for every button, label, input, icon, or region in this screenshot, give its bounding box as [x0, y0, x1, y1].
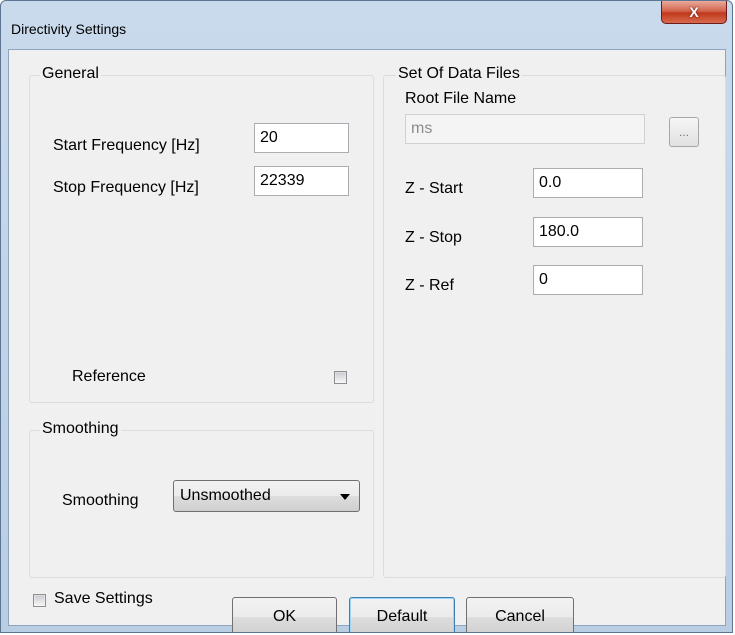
z-stop-label: Z - Stop	[405, 229, 462, 246]
browse-button[interactable]: ...	[669, 117, 699, 147]
z-stop-input[interactable]	[533, 217, 643, 247]
general-group: General Start Frequency [Hz] Stop Freque…	[29, 65, 374, 403]
smoothing-group: Smoothing Smoothing Unsmoothed	[29, 420, 374, 578]
stop-frequency-input[interactable]	[254, 166, 349, 196]
ellipsis-icon: ...	[678, 125, 689, 139]
window-title: Directivity Settings	[11, 21, 127, 37]
close-button[interactable]: X	[661, 1, 727, 24]
smoothing-selected-value: Unsmoothed	[180, 487, 271, 504]
ok-button[interactable]: OK	[232, 597, 337, 632]
data-files-group-title: Set Of Data Files	[396, 65, 522, 83]
root-file-name-label: Root File Name	[405, 90, 517, 107]
close-icon: X	[689, 4, 699, 20]
smoothing-dropdown[interactable]: Unsmoothed	[173, 480, 360, 512]
default-button[interactable]: Default	[349, 597, 455, 632]
dialog-client-area: General Start Frequency [Hz] Stop Freque…	[8, 49, 726, 632]
reference-checkbox[interactable]	[334, 371, 347, 384]
z-ref-input[interactable]	[533, 265, 643, 295]
cancel-button[interactable]: Cancel	[466, 597, 574, 632]
chevron-down-icon	[340, 494, 350, 500]
save-settings-label[interactable]: Save Settings	[54, 590, 153, 608]
save-settings-checkbox[interactable]	[33, 594, 46, 607]
dialog-window: Directivity Settings X General Start Fre…	[0, 0, 733, 633]
stop-frequency-label: Stop Frequency [Hz]	[53, 179, 199, 196]
z-ref-label: Z - Ref	[405, 277, 454, 294]
z-start-input[interactable]	[533, 168, 643, 198]
z-start-label: Z - Start	[405, 180, 463, 197]
start-frequency-input[interactable]	[254, 123, 349, 153]
smoothing-group-title: Smoothing	[40, 420, 121, 438]
smoothing-label: Smoothing	[62, 492, 139, 509]
data-files-group: Set Of Data Files Root File Name ... Z -…	[383, 65, 726, 578]
title-bar[interactable]: Directivity Settings X	[1, 1, 732, 51]
general-group-title: General	[40, 65, 101, 83]
root-file-name-input[interactable]	[405, 114, 645, 144]
reference-label: Reference	[72, 368, 146, 385]
start-frequency-label: Start Frequency [Hz]	[53, 137, 200, 154]
